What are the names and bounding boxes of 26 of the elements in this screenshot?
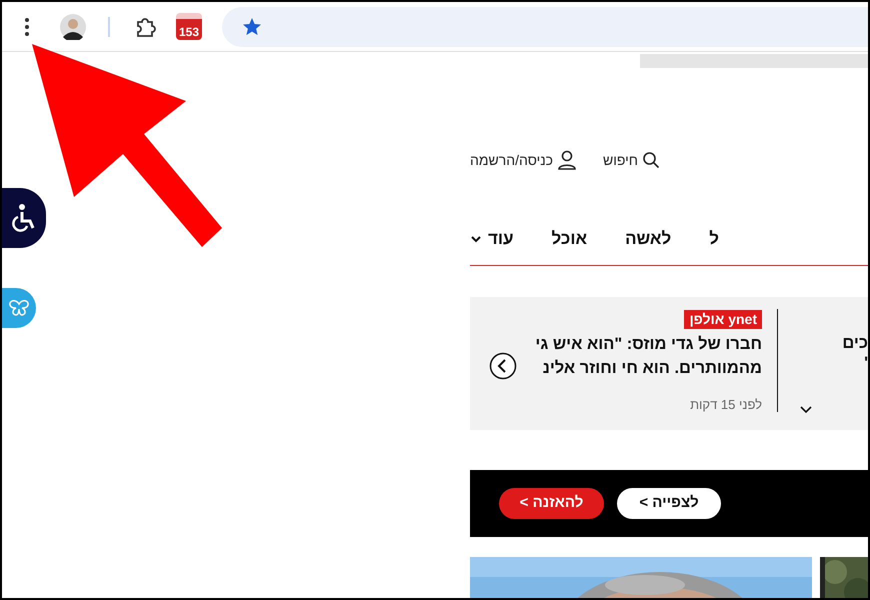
nav-link[interactable]: אוכל	[552, 227, 588, 251]
headline[interactable]: חברו של גדי מוזס: "הוא איש גי מהמוותרים. הוא חי וחוזר אלינ	[535, 332, 762, 380]
timestamp: לפני 15 דקות	[690, 396, 762, 414]
star-icon[interactable]	[242, 16, 262, 36]
nav-link[interactable]: לאשה	[625, 227, 672, 251]
puzzle-icon[interactable]	[134, 16, 156, 38]
user-icon[interactable]	[558, 150, 576, 170]
mail-badge[interactable]: 153	[176, 13, 202, 40]
previous-button[interactable]	[489, 352, 517, 380]
search-link[interactable]: חיפוש	[603, 150, 638, 170]
category-tag: אולפן ynet	[684, 310, 762, 329]
nav-link[interactable]: ל	[709, 227, 719, 251]
listen-button[interactable]: להאזנה >	[499, 488, 604, 519]
login-link[interactable]: כניסה/הרשמה	[470, 150, 554, 170]
butterfly-icon	[8, 299, 30, 317]
watch-button[interactable]: לצפייה >	[617, 488, 721, 519]
wheelchair-icon	[12, 203, 36, 233]
accessibility-button[interactable]	[2, 188, 46, 248]
avatar-icon[interactable]	[60, 14, 86, 40]
chevron-down-icon	[470, 235, 482, 243]
butterfly-button[interactable]	[2, 288, 36, 328]
nav-link[interactable]: עוד	[470, 227, 514, 251]
menu-icon[interactable]	[24, 16, 30, 36]
headline[interactable]: כים '	[842, 333, 868, 373]
chevron-down-icon[interactable]	[800, 406, 812, 414]
search-icon[interactable]	[642, 151, 660, 169]
